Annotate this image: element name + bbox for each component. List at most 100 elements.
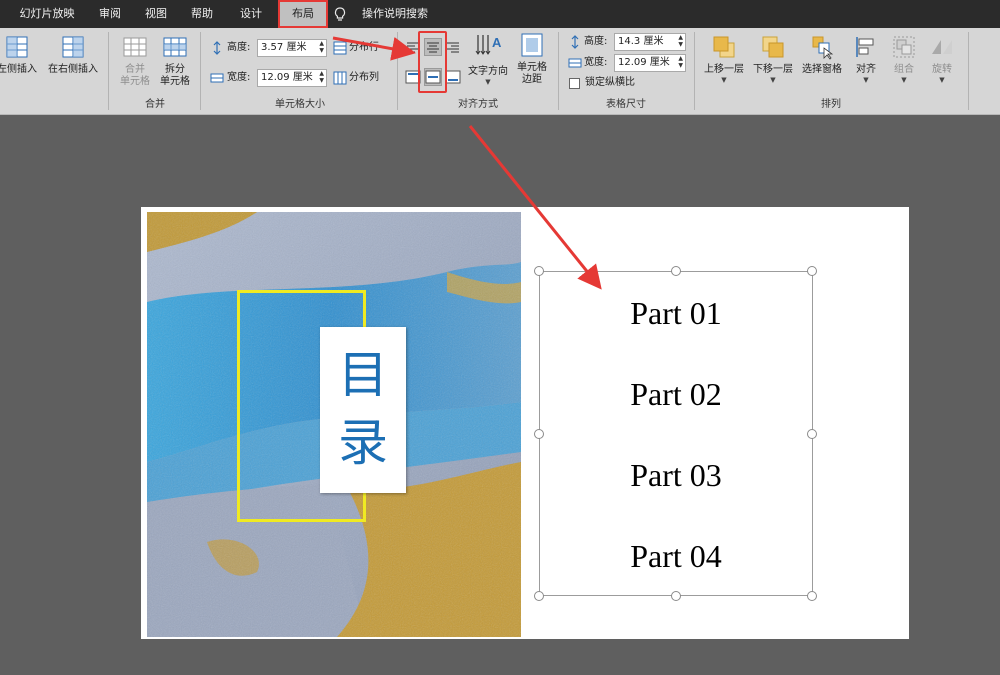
split-cells-button[interactable]: 拆分 单元格 — [156, 34, 194, 88]
table-cell-part-1[interactable]: Part 01 — [539, 293, 813, 333]
tab-slideshow[interactable]: 幻灯片放映 — [8, 0, 86, 28]
lock-aspect-ratio-checkbox[interactable] — [569, 78, 580, 89]
send-backward-button[interactable]: 下移一层 ▼ — [749, 34, 797, 84]
distribute-columns-button[interactable]: 分布列 — [349, 71, 379, 85]
table-cell-part-2[interactable]: Part 02 — [539, 374, 813, 414]
lightbulb-icon — [334, 7, 346, 21]
cell-width-input[interactable]: 12.09 厘米 ▲ ▼ — [257, 69, 327, 87]
align-objects-label: 对齐 — [856, 64, 876, 75]
cell-width-label: 宽度: — [227, 72, 251, 83]
split-cells-label-2: 单元格 — [160, 76, 190, 87]
distribute-rows-button[interactable]: 分布行 — [349, 41, 379, 55]
tab-help[interactable]: 帮助 — [182, 0, 222, 28]
chevron-down-icon: ▼ — [939, 76, 945, 84]
merge-cells-label-1: 合并 — [125, 64, 145, 75]
table-height-value: 14.3 厘米 — [618, 36, 664, 47]
svg-text:A: A — [492, 35, 502, 50]
group-separator — [968, 32, 969, 110]
send-backward-icon — [762, 36, 784, 58]
bring-forward-label: 上移一层 — [704, 64, 744, 75]
group-objects-button[interactable]: 组合 ▼ — [886, 34, 922, 84]
selection-pane-button[interactable]: 选择窗格 — [798, 34, 846, 76]
send-backward-label: 下移一层 — [753, 64, 793, 75]
selection-pane-icon — [812, 36, 834, 60]
spinner-arrows-icon[interactable]: ▲ ▼ — [678, 34, 683, 48]
cell-margins-label-2: 边距 — [522, 74, 542, 85]
alignment-group-label: 对齐方式 — [458, 99, 498, 110]
table-height-input[interactable]: 14.3 厘米 ▲ ▼ — [614, 33, 686, 51]
table-height-icon — [571, 35, 579, 49]
insert-left-button[interactable]: 左侧插入 — [0, 34, 42, 76]
text-direction-icon: A — [475, 35, 502, 55]
title-char-1: 目 — [338, 346, 388, 404]
group-separator — [694, 32, 695, 110]
insert-right-label: 在右侧插入 — [48, 64, 98, 75]
resize-handle-bottom[interactable] — [671, 591, 681, 601]
table-width-icon — [568, 58, 582, 68]
rotate-icon — [932, 40, 952, 54]
table-width-label: 宽度: — [584, 57, 608, 68]
group-objects-label: 组合 — [894, 64, 914, 75]
cell-size-group-label: 单元格大小 — [275, 99, 325, 110]
insert-right-icon — [62, 36, 84, 58]
resize-handle-bottom-left[interactable] — [534, 591, 544, 601]
selection-pane-label: 选择窗格 — [802, 64, 842, 75]
group-separator — [558, 32, 559, 110]
group-separator — [397, 32, 398, 110]
bring-forward-button[interactable]: 上移一层 ▼ — [700, 34, 748, 84]
merge-cells-label-2: 单元格 — [120, 76, 150, 87]
tab-view[interactable]: 视图 — [136, 0, 176, 28]
resize-handle-top-right[interactable] — [807, 266, 817, 276]
resize-handle-top[interactable] — [671, 266, 681, 276]
cell-height-label: 高度: — [227, 42, 251, 53]
insert-left-label: 左侧插入 — [0, 64, 37, 75]
resize-handle-bottom-right[interactable] — [807, 591, 817, 601]
split-cells-label-1: 拆分 — [165, 64, 185, 75]
column-width-icon — [210, 73, 224, 83]
group-objects-icon — [893, 36, 915, 58]
annotation-highlight-box — [418, 31, 447, 93]
cell-margins-button[interactable]: 单元格 边距 — [512, 32, 552, 86]
tell-me-search[interactable]: 操作说明搜索 — [352, 0, 438, 28]
chevron-down-icon: ▼ — [901, 76, 907, 84]
spinner-arrows-icon[interactable]: ▲ ▼ — [678, 55, 683, 69]
tab-review[interactable]: 审阅 — [90, 0, 130, 28]
distribute-rows-icon — [333, 41, 347, 55]
spinner-arrows-icon[interactable]: ▲ ▼ — [319, 70, 324, 84]
insert-right-button[interactable]: 在右侧插入 — [44, 34, 102, 76]
resize-handle-right[interactable] — [807, 429, 817, 439]
title-char-2: 录 — [338, 414, 388, 472]
resize-handle-left[interactable] — [534, 429, 544, 439]
chevron-down-icon: ▼ — [770, 76, 776, 84]
align-objects-button[interactable]: 对齐 ▼ — [848, 34, 884, 84]
table-cell-part-3[interactable]: Part 03 — [539, 455, 813, 495]
text-direction-label: 文字方向 — [468, 66, 508, 77]
bring-forward-icon — [713, 36, 735, 58]
cell-height-input[interactable]: 3.57 厘米 ▲ ▼ — [257, 39, 327, 57]
tab-layout[interactable]: 布局 — [278, 0, 328, 28]
ribbon: 左侧插入 在右侧插入 合并 单元格 拆分 单元格 合并 高度: 3.57 厘米 … — [0, 28, 1000, 115]
cell-margins-icon — [521, 33, 543, 57]
arrange-group-label: 排列 — [821, 99, 841, 110]
insert-left-icon — [6, 36, 28, 58]
cell-margins-label-1: 单元格 — [517, 62, 547, 73]
merge-cells-button[interactable]: 合并 单元格 — [116, 34, 154, 88]
chevron-down-icon: ▼ — [485, 78, 491, 86]
cell-width-value: 12.09 厘米 — [261, 72, 313, 83]
table-cell-part-4[interactable]: Part 04 — [539, 536, 813, 576]
title-card[interactable]: 目 录 — [320, 327, 406, 493]
rotate-button[interactable]: 旋转 ▼ — [924, 34, 960, 84]
merge-cells-icon — [123, 37, 147, 57]
chevron-down-icon: ▼ — [721, 76, 727, 84]
split-cells-icon — [163, 37, 187, 57]
group-separator — [108, 32, 109, 110]
ribbon-tab-bar: 幻灯片放映 审阅 视图 帮助 设计 布局 操作说明搜索 — [0, 0, 1000, 28]
spinner-arrows-icon[interactable]: ▲ ▼ — [319, 40, 324, 54]
resize-handle-top-left[interactable] — [534, 266, 544, 276]
cell-height-value: 3.57 厘米 — [261, 42, 307, 53]
text-direction-button[interactable]: A 文字方向 ▼ — [464, 32, 512, 86]
table-width-input[interactable]: 12.09 厘米 ▲ ▼ — [614, 54, 686, 72]
chevron-down-icon: ▼ — [863, 76, 869, 84]
tab-design[interactable]: 设计 — [228, 0, 274, 28]
slide-canvas[interactable]: 目 录 Part 01 Part 02 Part 03 Part 04 — [141, 207, 909, 639]
